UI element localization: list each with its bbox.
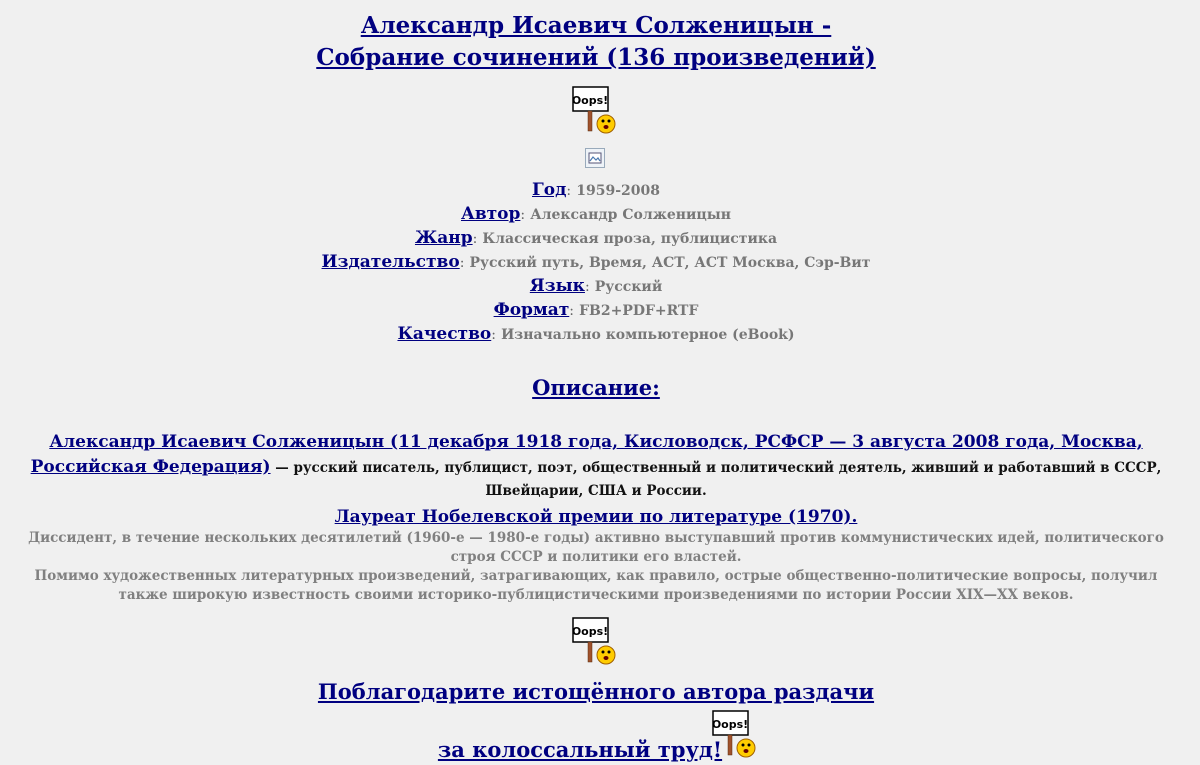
bio-paragraph: Александр Исаевич Солженицын (11 декабря… [30, 430, 1162, 502]
meta-row-publisher: Издательство: Русский путь, Время, АСТ, … [0, 250, 1192, 274]
meta-row-language: Язык: Русский [0, 274, 1192, 298]
meta-key-publisher[interactable]: Издательство [322, 252, 460, 272]
meta-separator: : [569, 303, 574, 319]
meta-row-quality: Качество: Изначально компьютерное (eBook… [0, 322, 1192, 346]
meta-key-language[interactable]: Язык [530, 276, 585, 296]
meta-row-author: Автор: Александр Солженицын [0, 202, 1192, 226]
title-line-2[interactable]: Собрание сочинений (136 произведений) [0, 42, 1192, 74]
meta-row-genre: Жанр: Классическая проза, публицистика [0, 226, 1192, 250]
bio-text: — русский писатель, публицист, поэт, общ… [270, 460, 1162, 499]
meta-separator: : [491, 327, 496, 343]
meta-key-quality[interactable]: Качество [397, 324, 491, 344]
description-heading[interactable]: Описание: [0, 374, 1192, 402]
meta-value-language: Русский [594, 279, 663, 295]
oops-smiley-image: Oops! [572, 617, 620, 667]
meta-value-author: Александр Солженицын [530, 207, 731, 223]
oops-smiley-image: Oops! [712, 710, 760, 760]
broken-image-icon [585, 148, 605, 168]
meta-key-author[interactable]: Автор [461, 204, 520, 224]
svg-text:Oops!: Oops! [572, 625, 608, 638]
svg-text:Oops!: Oops! [712, 718, 748, 731]
svg-text:Oops!: Oops! [572, 94, 608, 107]
thanks-line-1[interactable]: Поблагодарите истощённого автора раздачи [0, 677, 1192, 707]
meta-separator: : [459, 255, 465, 271]
meta-key-year[interactable]: Год [532, 180, 566, 200]
meta-row-year: Год: 1959-2008 [0, 178, 1192, 202]
oops-smiley-image: Oops! [572, 86, 620, 136]
meta-row-format: Формат: FB2+PDF+RTF [0, 298, 1192, 322]
meta-value-year: 1959-2008 [576, 183, 660, 199]
thanks-line-2[interactable]: за колоссальный труд! [0, 735, 1160, 765]
meta-key-format[interactable]: Формат [494, 300, 570, 320]
meta-separator: : [584, 279, 590, 295]
nobel-prize-link[interactable]: Лауреат Нобелевской премии по литературе… [0, 506, 1192, 528]
description-paragraph-2: Помимо художественных литературных произ… [34, 568, 1158, 603]
meta-value-genre: Классическая проза, публицистика [482, 231, 778, 247]
description-paragraph-1: Диссидент, в течение нескольких десятиле… [28, 530, 1164, 565]
meta-separator: : [566, 183, 572, 199]
meta-separator: : [472, 231, 478, 247]
meta-separator: : [520, 207, 526, 223]
title-line-1[interactable]: Александр Исаевич Солженицын - [0, 10, 1192, 42]
meta-value-format: FB2+PDF+RTF [579, 303, 699, 319]
meta-value-quality: Изначально компьютерное (eBook) [501, 327, 795, 343]
meta-key-genre[interactable]: Жанр [415, 228, 473, 248]
meta-value-publisher: Русский путь, Время, АСТ, АСТ Москва, Сэ… [469, 255, 871, 271]
